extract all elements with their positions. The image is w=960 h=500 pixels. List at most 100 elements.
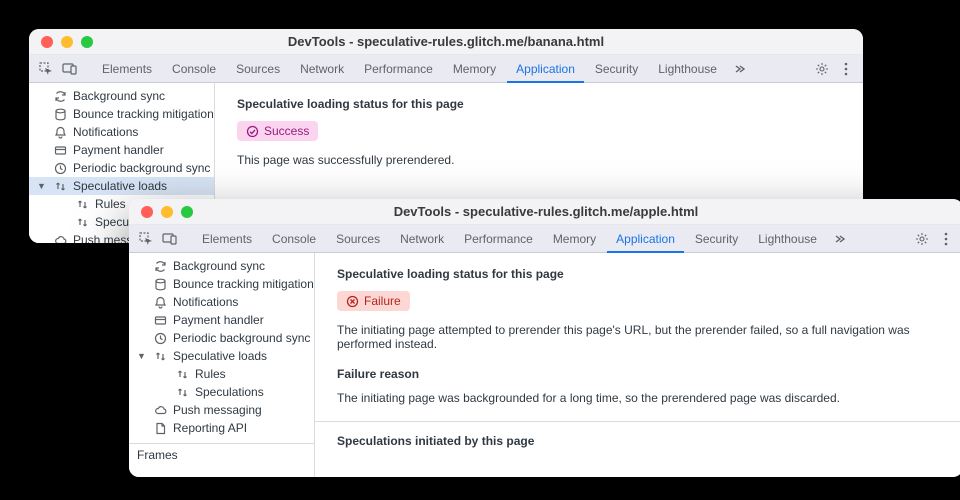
label: Periodic background sync [73, 161, 210, 175]
devtools-tabstrip: Elements Console Sources Network Perform… [129, 225, 960, 253]
card-icon [153, 313, 167, 327]
updown-icon [175, 367, 189, 381]
tab-network[interactable]: Network [391, 225, 453, 253]
check-circle-icon [246, 125, 259, 138]
label: Payment handler [73, 143, 164, 157]
tab-memory[interactable]: Memory [444, 55, 505, 83]
zoom-dot[interactable] [181, 206, 193, 218]
sidebar-item-bounce[interactable]: Bounce tracking mitigations [129, 275, 314, 293]
tab-application[interactable]: Application [607, 225, 684, 253]
sidebar-item-periodic[interactable]: Periodic background sync [29, 159, 214, 177]
window-title: DevTools - speculative-rules.glitch.me/a… [129, 204, 960, 219]
updown-icon [75, 215, 89, 229]
tab-performance[interactable]: Performance [355, 55, 442, 83]
tab-security[interactable]: Security [586, 55, 647, 83]
sidebar: Background sync Bounce tracking mitigati… [129, 253, 315, 477]
database-icon [153, 277, 167, 291]
label: Reporting API [173, 421, 247, 435]
titlebar: DevTools - speculative-rules.glitch.me/a… [129, 199, 960, 225]
tab-sources[interactable]: Sources [327, 225, 389, 253]
main-panel: Speculative loading status for this page… [315, 253, 960, 477]
status-heading: Speculative loading status for this page [237, 97, 841, 111]
more-tabs-icon[interactable] [828, 228, 850, 250]
minimize-dot[interactable] [61, 36, 73, 48]
status-label: Failure [364, 294, 401, 308]
sidebar-item-speculations[interactable]: Speculations [129, 383, 314, 401]
tab-sources[interactable]: Sources [227, 55, 289, 83]
sync-icon [153, 259, 167, 273]
tab-performance[interactable]: Performance [455, 225, 542, 253]
traffic-lights [29, 36, 93, 48]
sidebar-item-periodic[interactable]: Periodic background sync [129, 329, 314, 347]
zoom-dot[interactable] [81, 36, 93, 48]
sidebar-item-payment[interactable]: Payment handler [29, 141, 214, 159]
more-tabs-icon[interactable] [728, 58, 750, 80]
sidebar-item-background-sync[interactable]: Background sync [29, 87, 214, 105]
doc-icon [153, 421, 167, 435]
label: Periodic background sync [173, 331, 310, 345]
updown-icon [75, 197, 89, 211]
sidebar-item-speculative-loads[interactable]: ▼Speculative loads [29, 177, 214, 195]
sidebar-item-background-sync[interactable]: Background sync [129, 257, 314, 275]
sidebar-item-payment[interactable]: Payment handler [129, 311, 314, 329]
sidebar-item-reporting[interactable]: Reporting API [129, 419, 314, 437]
kebab-icon[interactable] [935, 228, 957, 250]
close-dot[interactable] [41, 36, 53, 48]
database-icon [53, 107, 67, 121]
status-desc: This page was successfully prerendered. [237, 153, 841, 167]
sidebar-item-push[interactable]: Push messaging [129, 401, 314, 419]
label: Background sync [173, 259, 265, 273]
clock-icon [53, 161, 67, 175]
titlebar: DevTools - speculative-rules.glitch.me/b… [29, 29, 863, 55]
status-heading: Speculative loading status for this page [337, 267, 941, 281]
label: Speculative loads [173, 349, 267, 363]
status-label: Success [264, 124, 309, 138]
devtools-tabstrip: Elements Console Sources Network Perform… [29, 55, 863, 83]
updown-icon [153, 349, 167, 363]
sidebar-section-frames[interactable]: Frames [129, 443, 314, 462]
card-icon [53, 143, 67, 157]
label: Rules [95, 197, 126, 211]
updown-icon [175, 385, 189, 399]
kebab-icon[interactable] [835, 58, 857, 80]
sidebar-item-notifications[interactable]: Notifications [129, 293, 314, 311]
tab-lighthouse[interactable]: Lighthouse [749, 225, 826, 253]
label: Push mess [73, 233, 132, 243]
cloud-icon [53, 233, 67, 243]
sidebar-item-notifications[interactable]: Notifications [29, 123, 214, 141]
tab-console[interactable]: Console [263, 225, 325, 253]
status-badge-success: Success [237, 121, 318, 141]
tab-console[interactable]: Console [163, 55, 225, 83]
device-toggle-icon[interactable] [159, 228, 181, 250]
cloud-icon [153, 403, 167, 417]
x-circle-icon [346, 295, 359, 308]
window-title: DevTools - speculative-rules.glitch.me/b… [29, 34, 863, 49]
tab-network[interactable]: Network [291, 55, 353, 83]
label: Bounce tracking mitigations [73, 107, 215, 121]
traffic-lights [129, 206, 193, 218]
sidebar-item-bounce[interactable]: Bounce tracking mitigations [29, 105, 214, 123]
gear-icon[interactable] [911, 228, 933, 250]
device-toggle-icon[interactable] [59, 58, 81, 80]
tab-elements[interactable]: Elements [93, 55, 161, 83]
inspect-icon[interactable] [135, 228, 157, 250]
tab-memory[interactable]: Memory [544, 225, 605, 253]
label: Background sync [73, 89, 165, 103]
tab-elements[interactable]: Elements [193, 225, 261, 253]
label: Rules [195, 367, 226, 381]
bell-icon [53, 125, 67, 139]
sidebar-item-speculative-loads[interactable]: ▼Speculative loads [129, 347, 314, 365]
label: Bounce tracking mitigations [173, 277, 315, 291]
inspect-icon[interactable] [35, 58, 57, 80]
updown-icon [53, 179, 67, 193]
minimize-dot[interactable] [161, 206, 173, 218]
reason-heading: Failure reason [337, 367, 941, 381]
label: Push messaging [173, 403, 262, 417]
close-dot[interactable] [141, 206, 153, 218]
tab-lighthouse[interactable]: Lighthouse [649, 55, 726, 83]
status-desc: The initiating page attempted to prerend… [337, 323, 941, 351]
sidebar-item-rules[interactable]: Rules [129, 365, 314, 383]
gear-icon[interactable] [811, 58, 833, 80]
tab-security[interactable]: Security [686, 225, 747, 253]
tab-application[interactable]: Application [507, 55, 584, 83]
